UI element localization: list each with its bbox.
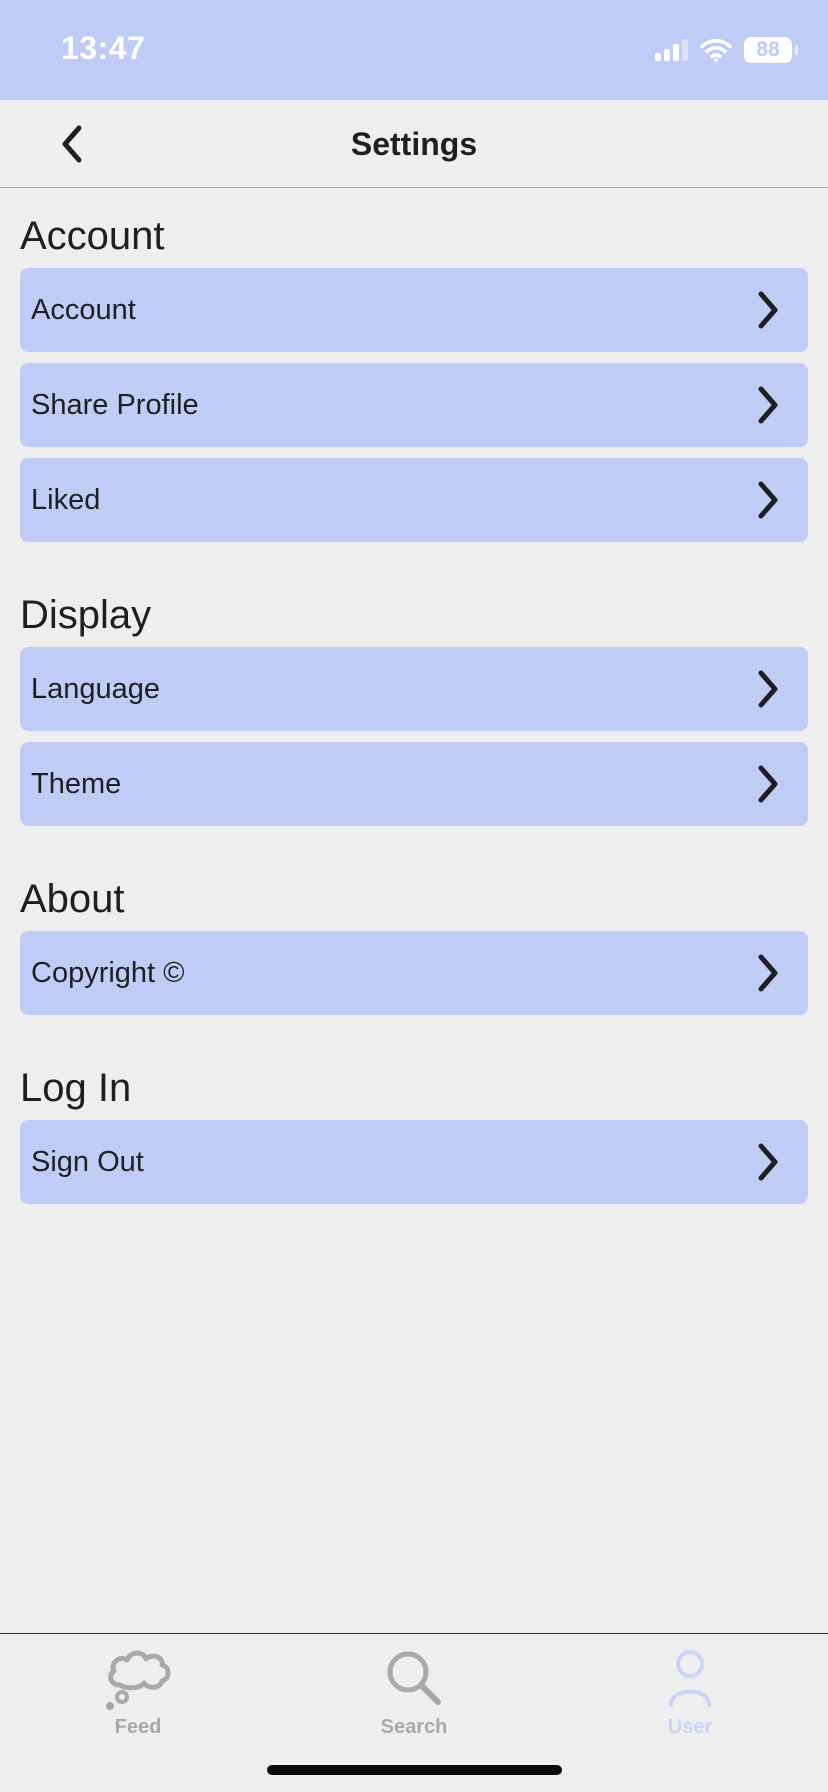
status-time: 13:47 [61, 30, 146, 66]
chevron-right-icon [754, 480, 782, 520]
chevron-right-icon [754, 764, 782, 804]
section-header: About [20, 877, 125, 921]
section-about: About Copyright © [20, 873, 808, 1015]
settings-list: Account Account Share Profile Liked Disp… [20, 188, 808, 1215]
row-label: Liked [31, 483, 101, 516]
row-label: Share Profile [31, 388, 199, 421]
row-label: Theme [31, 767, 122, 800]
row-label: Sign Out [31, 1145, 144, 1178]
chevron-right-icon [754, 953, 782, 993]
chevron-right-icon [754, 385, 782, 425]
settings-row-theme[interactable]: Theme [20, 742, 808, 826]
cloud-thought-icon [68, 1644, 208, 1712]
chevron-right-icon [754, 1142, 782, 1182]
chevron-right-icon [754, 290, 782, 330]
tab-feed[interactable]: Feed [68, 1644, 208, 1744]
status-bar: 13:47 88 [0, 0, 828, 100]
settings-row-sign-out[interactable]: Sign Out [20, 1120, 808, 1204]
section-header: Display [20, 593, 152, 637]
user-icon [620, 1644, 760, 1712]
tab-label: User [667, 1716, 713, 1738]
tab-label: Feed [114, 1716, 162, 1738]
battery-level: 88 [756, 38, 780, 61]
settings-row-liked[interactable]: Liked [20, 458, 808, 542]
tab-user[interactable]: User [620, 1644, 760, 1744]
row-label: Copyright © [31, 956, 185, 989]
search-icon [344, 1644, 484, 1712]
chevron-right-icon [754, 669, 782, 709]
settings-row-share-profile[interactable]: Share Profile [20, 363, 808, 447]
battery-icon: 88 [744, 37, 798, 63]
home-indicator [267, 1765, 562, 1775]
row-label: Account [31, 293, 136, 326]
section-account: Account Account Share Profile Liked [20, 210, 808, 542]
section-log-in: Log In Sign Out [20, 1062, 808, 1204]
status-icons: 88 [655, 36, 798, 64]
section-header: Log In [20, 1066, 132, 1110]
tab-search[interactable]: Search [344, 1644, 484, 1744]
navigation-bar: Settings [0, 100, 828, 188]
page-title: Settings [350, 126, 478, 162]
section-display: Display Language Theme [20, 589, 808, 826]
settings-row-language[interactable]: Language [20, 647, 808, 731]
row-label: Language [31, 672, 161, 705]
tab-label: Search [380, 1716, 448, 1738]
wifi-icon [700, 39, 732, 62]
settings-row-account[interactable]: Account [20, 268, 808, 352]
cellular-signal-icon [655, 39, 688, 61]
settings-row-copyright[interactable]: Copyright © [20, 931, 808, 1015]
section-header: Account [20, 214, 165, 258]
